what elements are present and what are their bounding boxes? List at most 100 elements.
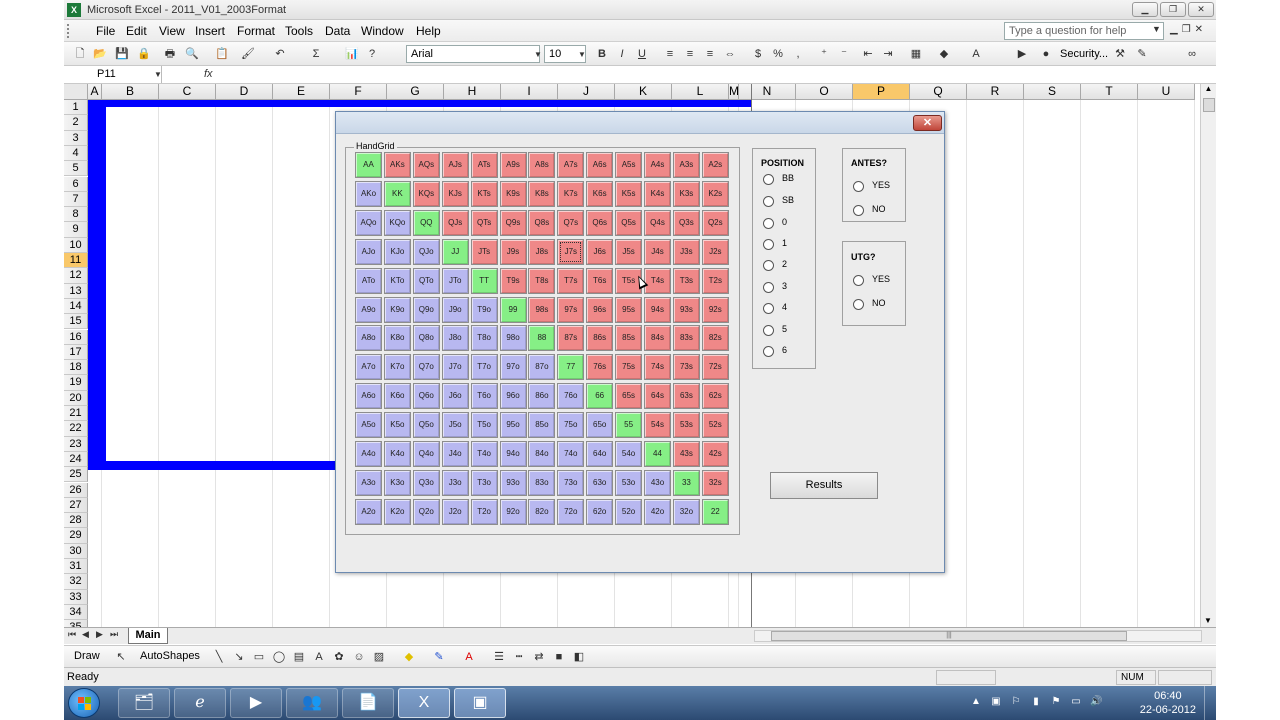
hand-button[interactable]: 96s xyxy=(586,296,614,323)
hand-button[interactable]: K8o xyxy=(383,325,411,352)
comma-icon[interactable]: , xyxy=(790,46,806,62)
picture-icon[interactable]: ▨ xyxy=(372,650,386,664)
hand-button[interactable]: 98s xyxy=(528,296,556,323)
hand-button[interactable]: Q8o xyxy=(412,325,440,352)
column-header[interactable]: M xyxy=(729,84,739,100)
hand-button[interactable]: Q5o xyxy=(412,412,440,439)
hand-button[interactable]: J3s xyxy=(672,238,700,265)
hand-button[interactable]: 62o xyxy=(586,498,614,525)
display-icon[interactable]: ▭ xyxy=(1070,696,1082,708)
chevron-down-icon[interactable]: ▼ xyxy=(578,50,586,59)
hand-button[interactable]: T2s xyxy=(701,267,729,294)
hand-button[interactable]: 42s xyxy=(701,441,729,467)
font-color-icon[interactable]: A xyxy=(462,650,476,664)
hand-button[interactable]: 62s xyxy=(701,383,729,410)
column-header[interactable]: F xyxy=(330,84,387,100)
row-header[interactable]: 30 xyxy=(64,543,88,559)
hand-button[interactable]: 54s xyxy=(644,412,671,439)
hand-button[interactable]: T2o xyxy=(470,498,498,525)
row-header[interactable]: 5 xyxy=(64,161,88,177)
chevron-down-icon[interactable]: ▼ xyxy=(154,70,162,79)
hand-button[interactable]: 94o xyxy=(499,441,527,467)
row-header[interactable]: 2 xyxy=(64,115,88,131)
row-header[interactable]: 1 xyxy=(64,100,88,116)
vba-editor-icon[interactable]: ▣ xyxy=(454,688,506,718)
hand-button[interactable]: J7o xyxy=(441,354,469,381)
hand-button[interactable]: JJ xyxy=(441,238,469,265)
row-header[interactable]: 31 xyxy=(64,559,88,575)
position-radio[interactable] xyxy=(763,303,774,314)
hand-button[interactable]: Q6s xyxy=(586,209,614,236)
row-header[interactable]: 11 xyxy=(64,253,88,269)
autoshapes-menu-button[interactable]: AutoShapes xyxy=(140,650,200,662)
chevron-down-icon[interactable]: ▼ xyxy=(1152,24,1161,34)
hand-button[interactable]: A7o xyxy=(355,354,382,381)
hand-button[interactable]: 64o xyxy=(586,441,614,467)
hand-button[interactable]: QQ xyxy=(412,209,440,236)
hand-button[interactable]: J2s xyxy=(701,238,729,265)
row-header[interactable]: 16 xyxy=(64,329,88,345)
excel-icon[interactable]: X xyxy=(67,3,81,17)
hand-button[interactable]: 74o xyxy=(557,441,585,467)
new-icon[interactable]: 🗋 xyxy=(72,46,88,62)
column-header[interactable]: L xyxy=(672,84,729,100)
row-header[interactable]: 15 xyxy=(64,314,88,330)
hand-button[interactable]: 43s xyxy=(672,441,700,467)
network-icon[interactable]: ▣ xyxy=(990,696,1002,708)
last-sheet-icon[interactable]: ⏭ xyxy=(110,629,118,640)
hand-button[interactable]: QJo xyxy=(412,238,440,265)
font-color-icon[interactable]: A xyxy=(968,46,984,62)
column-header[interactable]: R xyxy=(967,84,1024,100)
hand-button[interactable]: T4s xyxy=(644,267,671,294)
hand-button[interactable]: AQo xyxy=(355,209,382,236)
show-desktop-button[interactable] xyxy=(1204,686,1216,720)
hand-button[interactable]: 77 xyxy=(557,354,585,381)
position-radio[interactable] xyxy=(763,218,774,229)
row-header[interactable]: 21 xyxy=(64,406,88,422)
scroll-up-icon[interactable]: ▲ xyxy=(1201,84,1216,93)
hand-button[interactable]: Q8s xyxy=(528,209,556,236)
hand-button[interactable]: 85s xyxy=(615,325,643,352)
hand-button[interactable]: T3s xyxy=(672,267,700,294)
menu-insert[interactable]: Insert xyxy=(195,24,225,38)
position-radio[interactable] xyxy=(763,325,774,336)
position-radio[interactable] xyxy=(763,239,774,250)
hand-button[interactable]: J5s xyxy=(615,238,643,265)
hand-button[interactable]: 88 xyxy=(528,325,556,352)
hand-button[interactable]: AJs xyxy=(441,152,469,178)
hand-button[interactable]: A7s xyxy=(557,152,585,178)
column-header[interactable]: O xyxy=(796,84,853,100)
hand-button[interactable]: 76s xyxy=(586,354,614,381)
position-radio[interactable] xyxy=(763,260,774,271)
hand-button[interactable]: J6o xyxy=(441,383,469,410)
arrow-style-icon[interactable]: ⇄ xyxy=(532,650,546,664)
horizontal-scrollbar[interactable]: ||| xyxy=(754,630,1202,642)
minimize-button[interactable]: ▁ xyxy=(1132,2,1158,17)
start-button[interactable] xyxy=(68,688,100,718)
hand-button[interactable]: 98o xyxy=(499,325,527,352)
row-header[interactable]: 26 xyxy=(64,482,88,498)
hand-button[interactable]: AQs xyxy=(412,152,440,178)
save-icon[interactable]: 💾 xyxy=(114,46,130,62)
hand-button[interactable]: A9o xyxy=(355,296,382,323)
select-objects-icon[interactable]: ↖ xyxy=(114,650,128,664)
hand-button[interactable]: 82o xyxy=(528,498,556,525)
hand-button[interactable]: ATs xyxy=(470,152,498,178)
row-header[interactable]: 32 xyxy=(64,574,88,590)
hand-button[interactable]: A3s xyxy=(672,152,700,178)
hand-button[interactable]: A6s xyxy=(586,152,614,178)
hand-button[interactable]: AJo xyxy=(355,238,382,265)
hand-button[interactable]: 33 xyxy=(672,469,700,496)
menu-tools[interactable]: Tools xyxy=(285,24,313,38)
hand-button[interactable]: K7s xyxy=(557,180,585,207)
hand-button[interactable]: K4s xyxy=(644,180,671,207)
borders-icon[interactable]: ▦ xyxy=(908,46,924,62)
currency-icon[interactable]: $ xyxy=(750,46,766,62)
hand-button[interactable]: 99 xyxy=(499,296,527,323)
shadow-icon[interactable]: ■ xyxy=(552,650,566,664)
column-header[interactable]: P xyxy=(853,84,910,100)
hand-button[interactable]: 86s xyxy=(586,325,614,352)
hand-button[interactable]: 52s xyxy=(701,412,729,439)
media-player-icon[interactable]: ▶ xyxy=(230,688,282,718)
hand-button[interactable]: 66 xyxy=(586,383,614,410)
